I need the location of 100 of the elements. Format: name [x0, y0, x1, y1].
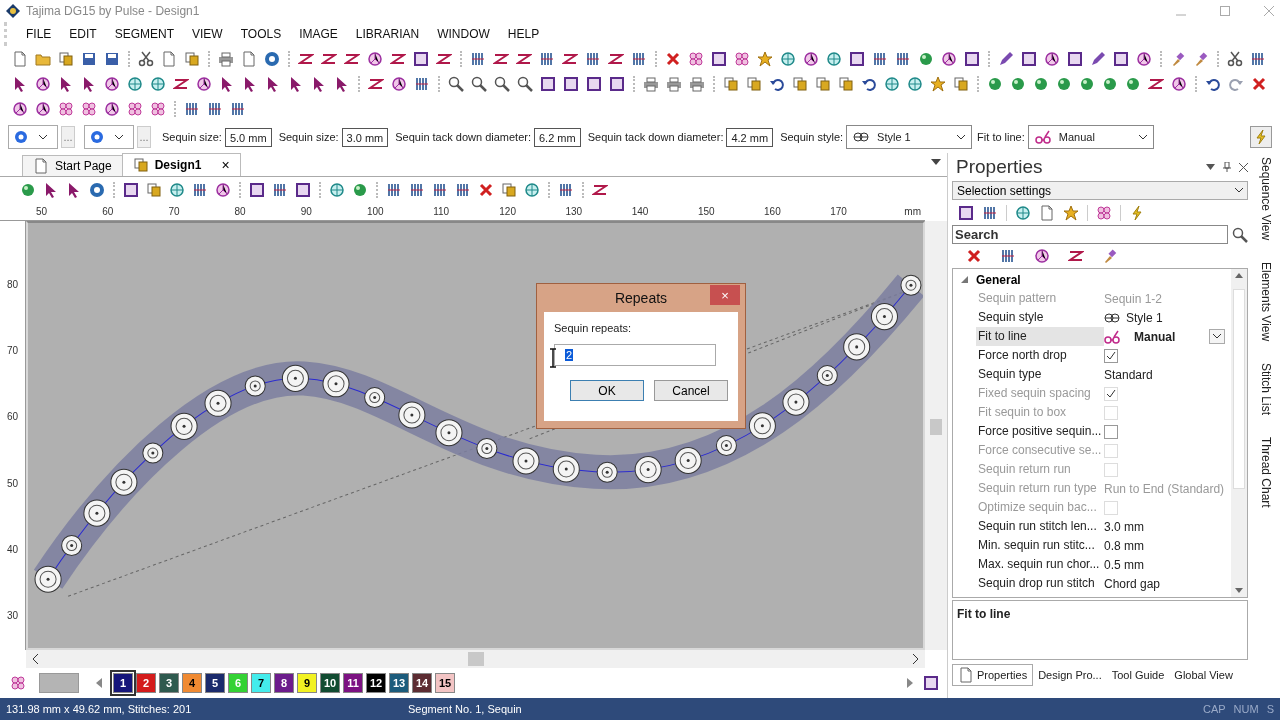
size-field[interactable]: 5.0 mm — [224, 127, 272, 147]
more-button[interactable]: ... — [61, 126, 75, 148]
color-swatch[interactable]: 5 — [205, 673, 225, 693]
color-swatch[interactable]: 12 — [366, 673, 386, 693]
ring-icon[interactable] — [35, 75, 51, 92]
square-icon[interactable] — [964, 50, 980, 67]
menu-item[interactable]: LIBRARIAN — [346, 27, 429, 41]
ball-icon[interactable] — [1010, 75, 1026, 92]
print-icon[interactable] — [643, 75, 659, 92]
color-swatch[interactable]: 2 — [136, 673, 156, 693]
panel-tab[interactable]: Global View — [1169, 667, 1238, 683]
scroll-left-icon[interactable] — [32, 654, 38, 664]
color-swatch[interactable]: 13 — [389, 673, 409, 693]
size-field[interactable]: 3.0 mm — [341, 127, 389, 147]
cross-icon[interactable] — [1251, 75, 1267, 92]
dialog-button[interactable]: Cancel — [654, 380, 728, 401]
stitch-icon[interactable] — [207, 100, 223, 117]
copy-icon[interactable] — [792, 75, 808, 92]
stitch-icon[interactable] — [230, 100, 246, 117]
mag-icon[interactable] — [494, 75, 510, 92]
ring-icon[interactable] — [1044, 50, 1060, 67]
target-icon[interactable] — [780, 50, 796, 67]
target-icon[interactable] — [169, 182, 185, 198]
target-icon[interactable] — [329, 182, 345, 198]
target-icon[interactable] — [1015, 204, 1031, 221]
page-icon[interactable] — [12, 50, 28, 67]
ring-icon[interactable] — [367, 50, 383, 67]
stitch-icon[interactable] — [558, 182, 574, 198]
mag-icon[interactable] — [517, 75, 533, 92]
property-name[interactable]: Min. sequin run stitc... — [976, 536, 1104, 555]
copy-icon[interactable] — [723, 75, 739, 92]
ring-icon[interactable] — [1171, 75, 1187, 92]
target-icon[interactable] — [907, 75, 923, 92]
panel-tab[interactable]: Properties — [952, 664, 1034, 686]
cross-icon[interactable] — [966, 248, 982, 264]
mag-icon[interactable] — [448, 75, 464, 92]
ring-icon[interactable] — [35, 100, 51, 117]
property-name[interactable]: Sequin drop run stitch — [976, 574, 1104, 593]
star-icon[interactable] — [930, 75, 946, 92]
target-icon[interactable] — [524, 182, 540, 198]
copy-icon[interactable] — [815, 75, 831, 92]
ring-icon[interactable] — [196, 75, 212, 92]
brush-icon[interactable] — [1170, 50, 1186, 67]
close-icon[interactable] — [1239, 162, 1248, 172]
scrollbar-thumb[interactable] — [930, 419, 942, 435]
copy-icon[interactable] — [184, 50, 200, 67]
square-icon[interactable] — [249, 182, 265, 198]
print-icon[interactable] — [689, 75, 705, 92]
selection-dropdown[interactable]: Selection settings — [952, 181, 1248, 200]
flower-icon[interactable] — [127, 100, 143, 117]
document-tab[interactable]: Start Page — [22, 155, 123, 176]
repeats-field[interactable]: 2 — [554, 344, 716, 366]
scroll-down-icon[interactable] — [1235, 588, 1243, 593]
menu-item[interactable]: FILE — [17, 27, 61, 41]
color-swatch[interactable]: 14 — [412, 673, 432, 693]
square-icon[interactable] — [609, 75, 625, 92]
sequin-dropdown[interactable] — [84, 125, 134, 149]
ball-icon[interactable] — [1033, 75, 1049, 92]
copy-icon[interactable] — [146, 182, 162, 198]
flower-icon[interactable] — [58, 100, 74, 117]
cross-icon[interactable] — [478, 182, 494, 198]
tab-list-icon[interactable] — [931, 159, 941, 165]
star-icon[interactable] — [1063, 204, 1079, 221]
property-name[interactable]: Force north drop — [976, 346, 1104, 365]
flower-icon[interactable] — [1096, 204, 1112, 221]
search-field[interactable]: Search — [952, 225, 1228, 244]
sequin-dropdown[interactable] — [8, 125, 58, 149]
square-icon[interactable] — [295, 182, 311, 198]
color-swatch[interactable]: 4 — [182, 673, 202, 693]
square-icon[interactable] — [923, 675, 939, 691]
zig-icon[interactable] — [1068, 248, 1084, 264]
menu-item[interactable]: IMAGE — [290, 27, 347, 41]
stitch-icon[interactable] — [982, 204, 998, 221]
stitch-icon[interactable] — [386, 182, 402, 198]
pencil-icon[interactable] — [998, 50, 1014, 67]
dialog-button[interactable]: OK — [570, 380, 644, 401]
menu-item[interactable]: VIEW — [183, 27, 232, 41]
panel-tab[interactable]: Design Pro... — [1033, 667, 1107, 683]
property-name[interactable]: Force positive sequin... — [976, 422, 1104, 441]
color-swatch[interactable]: 11 — [343, 673, 363, 693]
close-button[interactable]: × — [710, 285, 740, 305]
target-icon[interactable] — [884, 75, 900, 92]
scrollbar-thumb[interactable] — [468, 652, 484, 666]
square-icon[interactable] — [123, 182, 139, 198]
color-swatch[interactable]: 10 — [320, 673, 340, 693]
flower-icon[interactable] — [81, 100, 97, 117]
apply-button[interactable] — [1250, 126, 1272, 148]
stitch-icon[interactable] — [631, 50, 647, 67]
ring-icon[interactable] — [391, 75, 407, 92]
side-tab[interactable]: Thread Chart — [1259, 437, 1273, 509]
flower-icon[interactable] — [10, 675, 26, 691]
property-name[interactable]: Max. sequin run chor... — [976, 555, 1104, 574]
ring-icon[interactable] — [104, 100, 120, 117]
stitch-icon[interactable] — [455, 182, 471, 198]
property-name[interactable]: Sequin type — [976, 365, 1104, 384]
cross-icon[interactable] — [665, 50, 681, 67]
color-swatch[interactable]: 8 — [274, 673, 294, 693]
page-icon[interactable] — [1039, 204, 1055, 221]
stitch-icon[interactable] — [895, 50, 911, 67]
scroll-right-icon[interactable] — [913, 654, 919, 664]
